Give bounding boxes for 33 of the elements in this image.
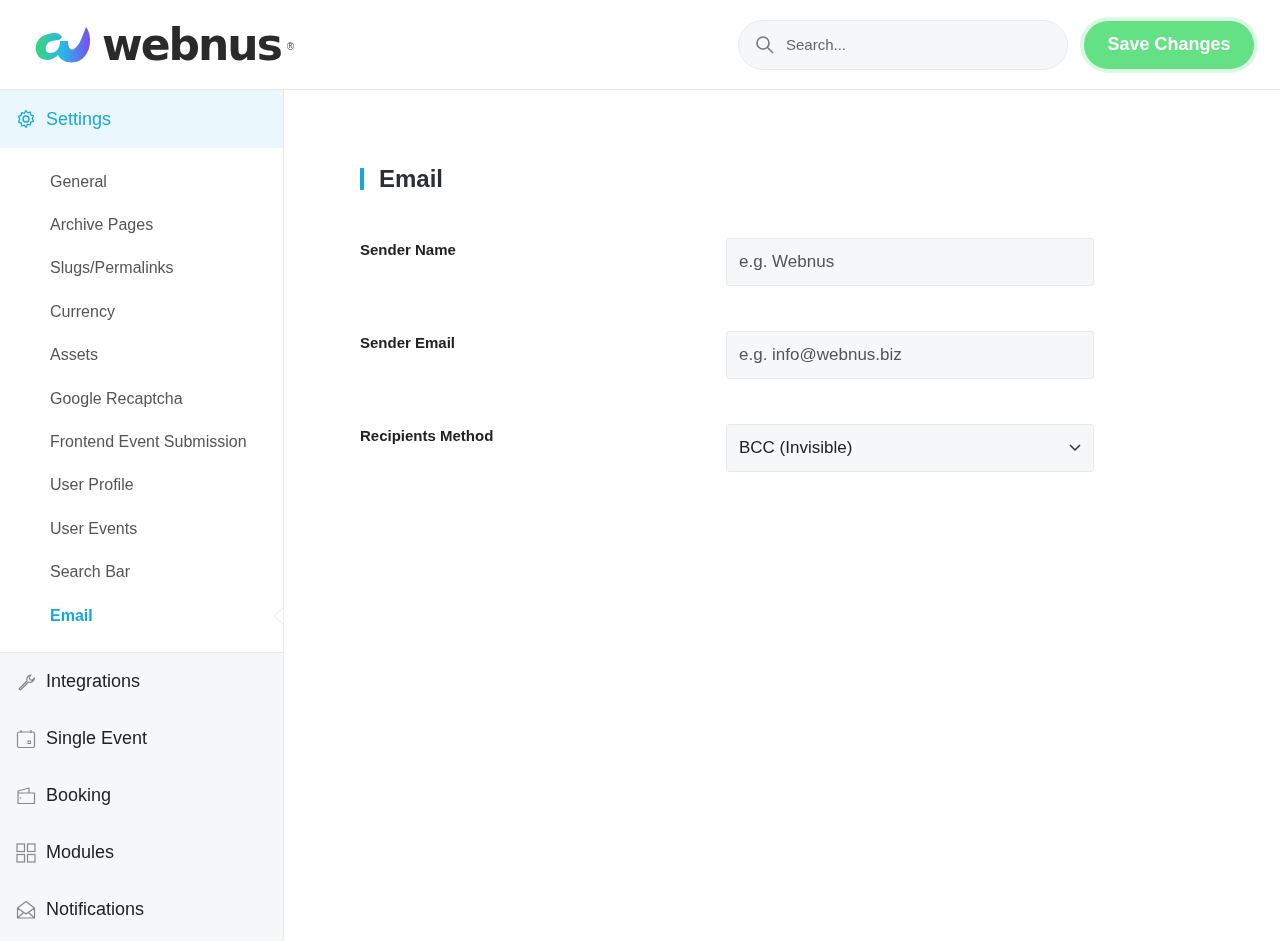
field-label: Sender Name bbox=[360, 240, 457, 258]
sidebar-section[interactable]: Single Event bbox=[0, 710, 283, 768]
sidebar-item[interactable]: Frontend Event Submission bbox=[50, 433, 247, 452]
field-label: Sender Email bbox=[360, 333, 457, 351]
envelope-icon bbox=[16, 899, 36, 920]
input-field[interactable]: e.g. info@webnus.biz bbox=[726, 331, 1094, 379]
sidebar-section[interactable]: Integrations bbox=[0, 653, 283, 711]
sidebar-item[interactable]: User Profile bbox=[50, 476, 134, 495]
sidebar-item[interactable]: General bbox=[50, 172, 107, 191]
search-field[interactable]: Search... bbox=[738, 19, 1068, 70]
sidebar-item[interactable]: Search Bar bbox=[50, 563, 131, 582]
section-title: Email bbox=[360, 168, 444, 190]
wrench-icon bbox=[16, 671, 36, 692]
sidebar-item[interactable]: Slugs/Permalinks bbox=[50, 259, 174, 278]
sidebar-item[interactable]: Assets bbox=[50, 346, 98, 365]
calendar-icon bbox=[16, 728, 36, 749]
sidebar-section[interactable]: Notifications bbox=[0, 881, 283, 939]
sidebar-item[interactable]: Google Recaptcha bbox=[50, 389, 183, 408]
field-label: Recipients Method bbox=[360, 426, 495, 444]
wallet-icon bbox=[16, 785, 36, 806]
sidebar-item[interactable]: Archive Pages bbox=[50, 216, 154, 235]
grid-icon bbox=[16, 842, 36, 863]
chevron-down-icon bbox=[1069, 444, 1081, 452]
sidebar-item[interactable]: User Events bbox=[50, 519, 138, 538]
input-field[interactable]: e.g. Webnus bbox=[726, 238, 1094, 286]
search-icon bbox=[756, 35, 774, 54]
registered-mark: ® bbox=[286, 41, 295, 52]
sidebar-section[interactable]: Modules bbox=[0, 824, 283, 882]
sidebar-section[interactable]: Booking bbox=[0, 767, 283, 825]
logo-text: webnus bbox=[102, 19, 281, 70]
gear-icon bbox=[16, 109, 36, 129]
dropdown[interactable]: BCC (Invisible) bbox=[726, 424, 1094, 472]
sidebar-item[interactable]: Currency bbox=[50, 302, 115, 321]
